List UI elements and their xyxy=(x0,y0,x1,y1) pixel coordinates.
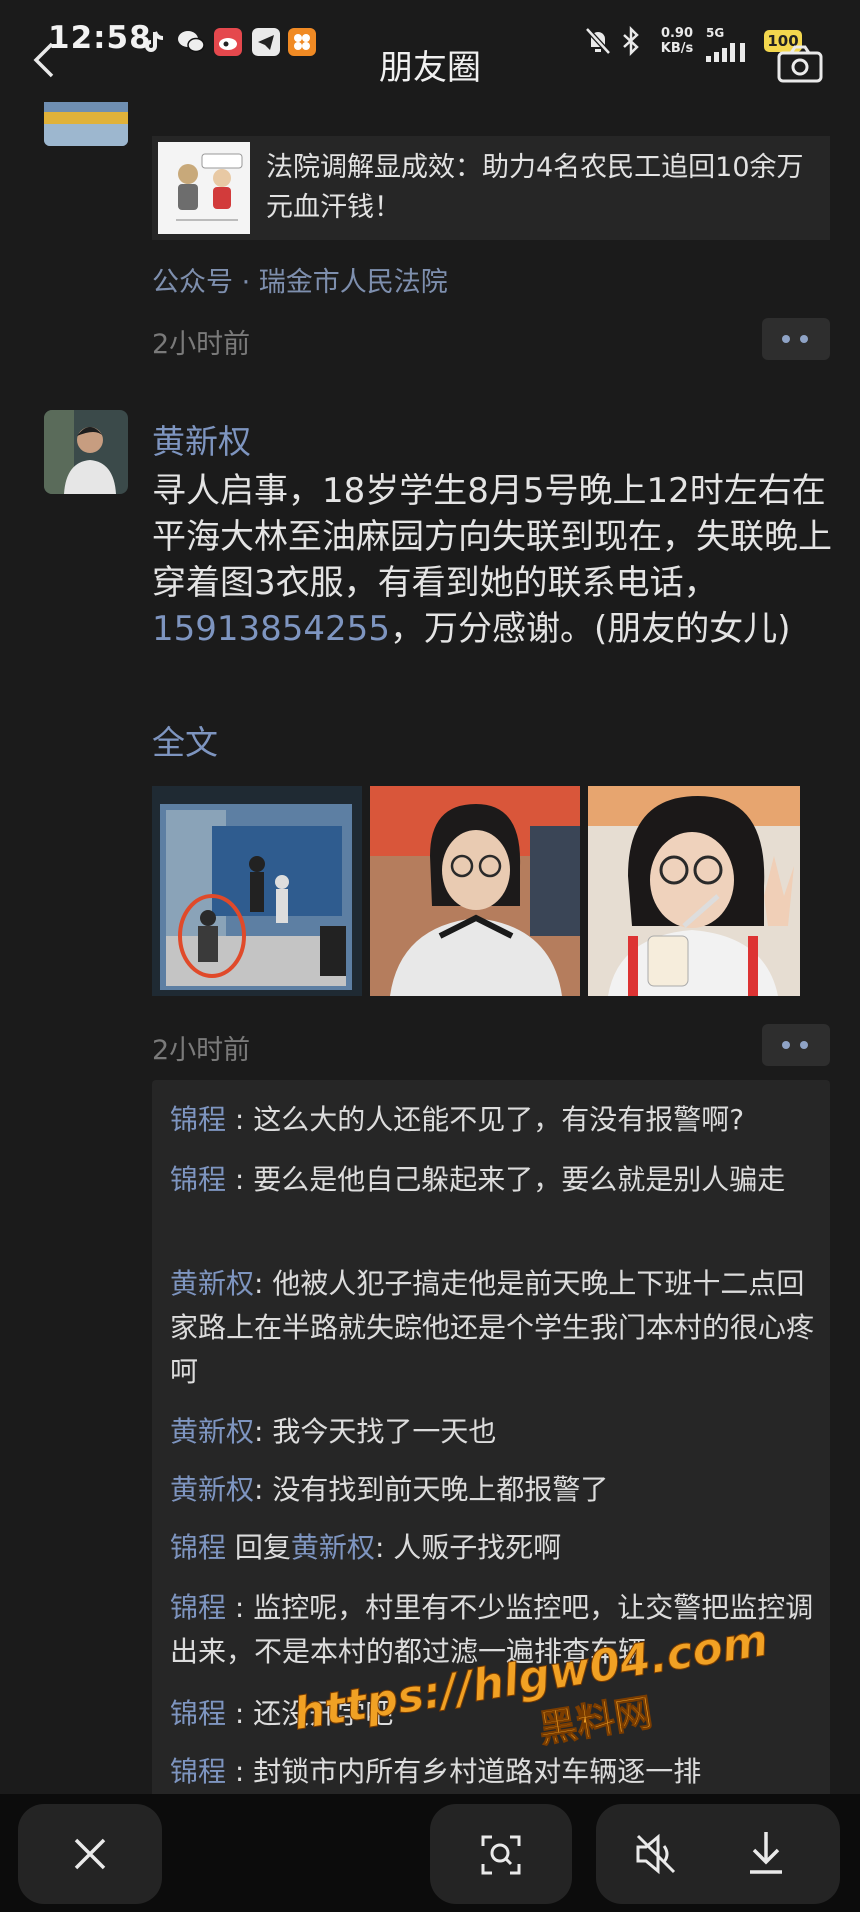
more-dot-icon xyxy=(782,335,790,343)
more-dot-icon xyxy=(800,1041,808,1049)
comment-author[interactable]: 锦程 xyxy=(170,1697,226,1730)
comment-separator: : xyxy=(226,1103,254,1136)
shared-article-card[interactable]: 法院调解显成效：助力4名农民工追回10余万元血汗钱！ xyxy=(152,136,830,240)
reply-to-author[interactable]: 黄新权 xyxy=(291,1531,375,1564)
download-button[interactable] xyxy=(746,1830,786,1876)
comment-separator: : xyxy=(254,1473,273,1506)
comment-author[interactable]: 锦程 xyxy=(170,1163,226,1196)
post-photo-3[interactable] xyxy=(588,786,800,996)
reply-word: 回复 xyxy=(226,1531,291,1564)
comment-item[interactable]: 黄新权: 没有找到前天晚上都报警了 xyxy=(170,1468,820,1512)
image-search-button[interactable] xyxy=(430,1804,572,1904)
comment-text: 人贩子找死啊 xyxy=(393,1531,562,1564)
comment-text: 要么是他自己躲起来了，要么就是别人骗走 xyxy=(253,1163,786,1196)
phone-number-link[interactable]: 15913854255 xyxy=(152,609,390,649)
article-source-link[interactable]: 公众号 · 瑞金市人民法院 xyxy=(152,260,448,299)
comment-author[interactable]: 黄新权 xyxy=(170,1267,254,1300)
comment-separator: : xyxy=(226,1697,254,1730)
media-controls xyxy=(596,1804,840,1904)
comment-item[interactable]: 黄新权: 他被人犯子搞走他是前天晚上下班十二点回家路上在半路就失踪他还是个学生我… xyxy=(170,1262,820,1394)
comment-text: 我今天找了一天也 xyxy=(272,1415,497,1448)
post-more-button[interactable] xyxy=(762,1024,830,1066)
network-speed-value: 0.90 xyxy=(660,26,694,41)
comment-item[interactable]: 锦程 : 要么是他自己躲起来了，要么就是别人骗走 xyxy=(170,1158,820,1202)
post-author-name[interactable]: 黄新权 xyxy=(152,415,251,463)
prev-post-time: 2小时前 xyxy=(152,329,251,360)
page-title: 朋友圈 xyxy=(379,48,481,88)
post-text-end: ，万分感谢。(朋友的女儿) xyxy=(389,609,791,649)
close-icon xyxy=(74,1838,106,1870)
shared-article-thumbnail xyxy=(158,142,250,234)
comment-separator: : xyxy=(226,1591,254,1624)
mute-icon xyxy=(636,1833,676,1875)
comment-author[interactable]: 黄新权 xyxy=(170,1415,254,1448)
comment-text: 这么大的人还能不见了，有没有报警啊? xyxy=(253,1103,745,1136)
bottom-toolbar xyxy=(0,1794,860,1912)
comment-separator: : xyxy=(226,1163,254,1196)
comment-author[interactable]: 锦程 xyxy=(170,1103,226,1136)
mute-button[interactable] xyxy=(632,1832,680,1876)
camera-button[interactable] xyxy=(776,44,824,84)
prev-post-more-button[interactable] xyxy=(762,318,830,360)
full-text-link[interactable]: 全文 xyxy=(152,716,218,764)
comment-item[interactable]: 黄新权: 我今天找了一天也 xyxy=(170,1410,820,1454)
comment-separator: : xyxy=(374,1531,394,1564)
network-type: 5G xyxy=(706,26,725,40)
status-bar: 12:58 0.90 KB/s 5G 100 朋友圈 xyxy=(0,0,860,88)
comment-separator: : xyxy=(254,1415,273,1448)
download-icon xyxy=(750,1832,782,1874)
author-avatar[interactable] xyxy=(44,410,128,494)
shared-article-title: 法院调解显成效：助力4名农民工追回10余万元血汗钱！ xyxy=(266,152,804,223)
more-dot-icon xyxy=(800,335,808,343)
comment-author[interactable]: 锦程 xyxy=(170,1755,226,1788)
more-dot-icon xyxy=(782,1041,790,1049)
comment-author[interactable]: 黄新权 xyxy=(170,1473,254,1506)
comment-author[interactable]: 锦程 xyxy=(170,1591,226,1624)
comment-text: 没有找到前天晚上都报警了 xyxy=(272,1473,609,1506)
camera-icon xyxy=(777,45,823,83)
comment-separator: : xyxy=(254,1267,273,1300)
comment-item[interactable]: 锦程 : 这么大的人还能不见了，有没有报警啊? xyxy=(170,1098,820,1142)
prev-post-avatar[interactable] xyxy=(44,102,128,146)
post-photo-2[interactable] xyxy=(370,786,580,996)
comment-separator: : xyxy=(226,1755,254,1788)
post-text: 寻人启事，18岁学生8月5号晚上12时左右在平海大林至油麻园方向失联到现在，失联… xyxy=(152,468,832,652)
post-text-main: 寻人启事，18岁学生8月5号晚上12时左右在平海大林至油麻园方向失联到现在，失联… xyxy=(152,471,832,603)
post-time: 2小时前 xyxy=(152,1035,251,1066)
comment-item[interactable]: 锦程 回复黄新权: 人贩子找死啊 xyxy=(170,1526,820,1570)
post-photo-1[interactable] xyxy=(152,786,362,996)
close-button[interactable] xyxy=(18,1804,162,1904)
comment-author[interactable]: 锦程 xyxy=(170,1531,226,1564)
image-search-icon xyxy=(481,1835,521,1875)
